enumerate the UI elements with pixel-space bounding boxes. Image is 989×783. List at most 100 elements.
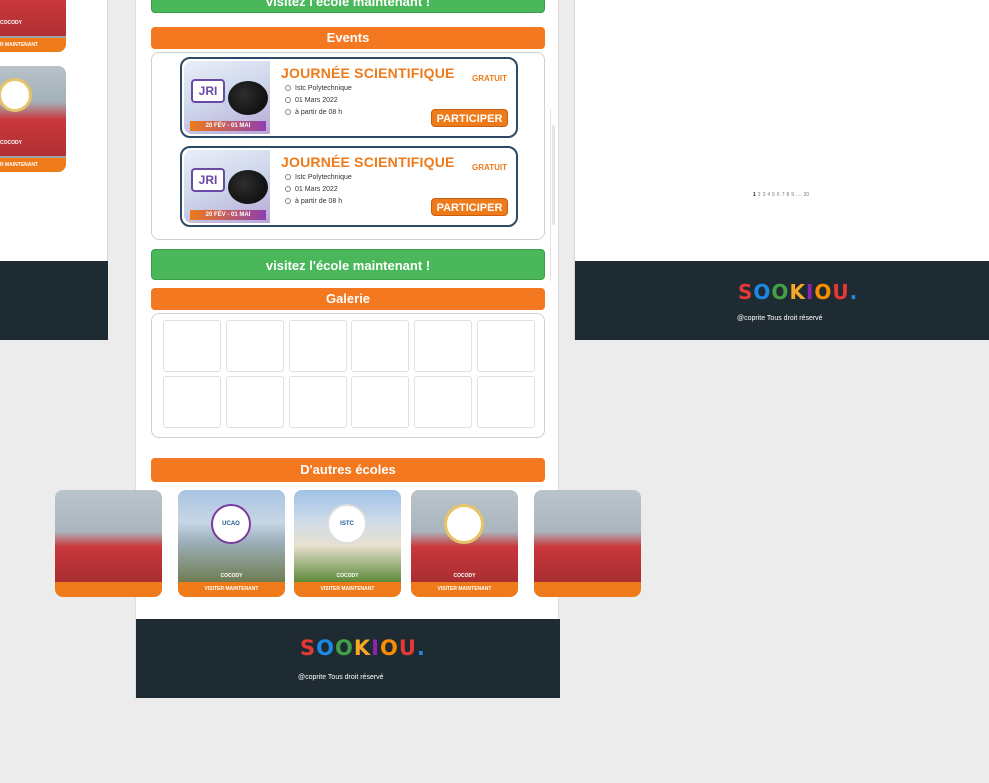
logo-letter: K [353, 636, 372, 660]
visit-now-button[interactable]: VISITER MAINTENANT [294, 582, 401, 597]
visit-now-button[interactable] [534, 582, 641, 597]
gallery-thumbnail[interactable] [289, 320, 347, 372]
page-link[interactable]: 3 [763, 192, 766, 198]
visit-button[interactable]: R MAINTENANT [0, 38, 66, 52]
visit-now-button[interactable]: VISITER MAINTENANT [411, 582, 518, 597]
school-city: COCODY [0, 140, 22, 146]
pagination: 1 2 3 4 5 6 7 8 9.... 20 [753, 192, 811, 198]
page-link[interactable]: .... [796, 192, 802, 198]
logo-letter: . [416, 636, 426, 660]
event-card[interactable]: JRI 20 FÉV - 01 MAI JOURNÉE SCIENTIFIQUE… [180, 57, 518, 138]
school-city: COCODY [220, 573, 243, 579]
events-heading: Events [151, 27, 545, 49]
school-city: COCODY [336, 573, 359, 579]
gallery-thumbnail[interactable] [477, 376, 535, 428]
center-footer: SOOKIOU. @coprite Tous droit réservé [136, 619, 560, 698]
events-box: JRI 20 FÉV - 01 MAI JOURNÉE SCIENTIFIQUE… [151, 52, 555, 281]
camera-image [228, 81, 268, 115]
logo-letter: O [334, 636, 354, 660]
page-link[interactable]: 7 [782, 192, 785, 198]
event-place: Istc Polytechnique [285, 174, 352, 181]
school-card[interactable] [534, 490, 641, 597]
jri-badge: JRI [191, 168, 225, 192]
events-scrollbar-thumb[interactable] [552, 125, 555, 225]
event-time: à partir de 08 h [285, 198, 342, 205]
location-icon [285, 85, 291, 92]
gallery-thumbnail[interactable] [163, 376, 221, 428]
logo-letter: K [789, 280, 806, 304]
visit-now-button[interactable]: VISITER MAINTENANT [178, 582, 285, 597]
gallery-thumbnail[interactable] [226, 376, 284, 428]
gallery-thumbnail[interactable] [351, 320, 409, 372]
sookiou-logo[interactable]: SOOKIOU. [300, 636, 426, 660]
logo-letter: I [371, 636, 380, 660]
gallery-thumbnail[interactable] [351, 376, 409, 428]
visit-school-button[interactable]: visitez l'école maintenant ! [151, 249, 545, 280]
event-place: Istc Polytechnique [285, 85, 352, 92]
logo-letter: O [316, 636, 335, 660]
gallery-heading: Galerie [151, 288, 545, 310]
calendar-icon [285, 186, 291, 193]
school-card[interactable]: COCODY VISITER MAINTENANT [411, 490, 518, 597]
sookiou-logo[interactable]: SOOKIOU. [738, 280, 858, 304]
school-card-left-1[interactable]: COCODY R MAINTENANT [0, 0, 66, 52]
clock-icon [285, 109, 291, 116]
event-time: à partir de 08 h [285, 109, 342, 116]
gallery-thumbnail[interactable] [163, 320, 221, 372]
visit-button[interactable]: R MAINTENANT [0, 158, 66, 172]
copyright-text: @coprite Tous droit réservé [737, 315, 823, 322]
gallery-thumbnail[interactable] [414, 320, 472, 372]
gallery-thumbnail[interactable] [226, 320, 284, 372]
school-building-image [55, 490, 162, 582]
school-card[interactable] [55, 490, 162, 597]
page-link[interactable]: 4 [767, 192, 770, 198]
page-link[interactable]: 8 [786, 192, 789, 198]
school-card[interactable]: UCAO COCODY VISITER MAINTENANT [178, 490, 285, 597]
right-footer: SOOKIOU. @coprite Tous droit réservé [575, 261, 989, 340]
participate-button[interactable]: PARTICIPER [431, 109, 508, 127]
page-link[interactable]: 5 [772, 192, 775, 198]
gallery-thumbnail[interactable] [477, 320, 535, 372]
events-scrollbar[interactable] [550, 109, 556, 281]
event-title: JOURNÉE SCIENTIFIQUE [281, 154, 455, 170]
gallery-thumbnail[interactable] [414, 376, 472, 428]
page-link[interactable]: 20 [804, 192, 810, 198]
page-link[interactable]: 6 [777, 192, 780, 198]
logo-letter: U [832, 280, 850, 304]
logo-letter: S [738, 280, 754, 304]
logo-letter: O [771, 280, 790, 304]
event-price: GRATUIT [472, 163, 507, 172]
page-link[interactable]: 2 [758, 192, 761, 198]
page-link[interactable]: 9 [791, 192, 794, 198]
logo-letter: . [849, 280, 859, 304]
school-building-image [534, 490, 641, 582]
jri-badge: JRI [191, 79, 225, 103]
participate-button[interactable]: PARTICIPER [431, 198, 508, 216]
school-card-left-2[interactable]: COCODY R MAINTENANT [0, 66, 66, 172]
page-link[interactable]: 1 [753, 192, 756, 198]
school-logo-badge: ISTC [327, 504, 367, 544]
clock-icon [285, 198, 291, 205]
location-icon [285, 174, 291, 181]
school-logo-badge: UCAO [211, 504, 251, 544]
visit-school-button-top[interactable]: visitez l'école maintenant ! [151, 0, 545, 13]
event-poster: JRI 20 FÉV - 01 MAI [184, 61, 270, 134]
school-city: COCODY [453, 573, 476, 579]
event-poster-dates: 20 FÉV - 01 MAI [190, 121, 266, 131]
copyright-text: @coprite Tous droit réservé [298, 674, 384, 681]
logo-letter: O [379, 636, 399, 660]
gallery-box [151, 313, 545, 438]
other-schools-heading: D'autres écoles [151, 458, 545, 482]
event-price: GRATUIT [472, 74, 507, 83]
logo-letter: I [805, 280, 815, 304]
visit-now-button[interactable] [55, 582, 162, 597]
school-card[interactable]: ISTC COCODY VISITER MAINTENANT [294, 490, 401, 597]
event-card[interactable]: JRI 20 FÉV - 01 MAI JOURNÉE SCIENTIFIQUE… [180, 146, 518, 227]
calendar-icon [285, 97, 291, 104]
event-date: 01 Mars 2022 [285, 97, 338, 104]
school-page: visitez l'école maintenant ! Events JRI … [55, 0, 641, 698]
gallery-thumbnail[interactable] [289, 376, 347, 428]
school-logo-badge [444, 504, 484, 544]
logo-letter: O [814, 280, 833, 304]
event-poster-dates: 20 FÉV - 01 MAI [190, 210, 266, 220]
